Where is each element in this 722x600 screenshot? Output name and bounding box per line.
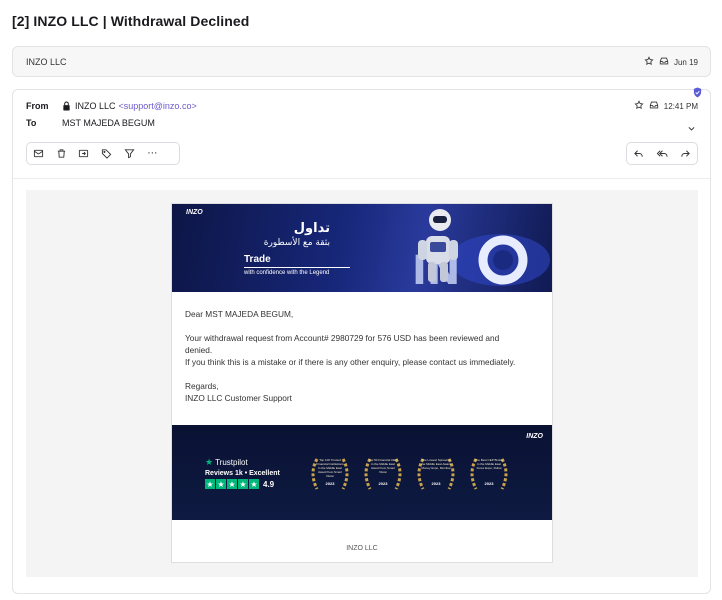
award-year: 2023: [378, 481, 388, 486]
trustpilot-star-icon: ★: [205, 457, 214, 467]
collapsed-sender: INZO LLC: [26, 57, 67, 67]
banner-tagline: with confidence with the Legend: [244, 270, 330, 276]
message-time: 12:41 PM: [663, 101, 698, 111]
reply-toolbar: [626, 142, 698, 165]
label-button[interactable]: [95, 143, 118, 164]
banner-trade: Trade: [244, 254, 271, 265]
award-text: The Best CEP Broker in the Middle East F…: [474, 458, 504, 470]
award-text: The Lowest Spread in the Middle East Awa…: [421, 458, 451, 470]
message-card: From INZO LLC <support@inzo.co> To MST M…: [12, 87, 711, 594]
more-button[interactable]: ⋯: [141, 143, 164, 164]
inzo-logo: INZO: [526, 433, 543, 440]
email-subject: [2] INZO LLC | Withdrawal Declined: [12, 13, 250, 29]
collapsed-date: Jun 19: [673, 57, 698, 67]
banner-underline: [244, 267, 350, 268]
inzo-logo: INZO: [186, 209, 203, 216]
star-icon: ★: [216, 479, 226, 489]
award-badge: The Best CEP Broker in the Middle East F…: [464, 453, 514, 495]
award-year: 2023: [325, 481, 335, 486]
star-icon: ★: [238, 479, 248, 489]
inbox-icon: [659, 56, 669, 68]
trustpilot-score: 4.9: [263, 479, 275, 489]
regards: Regards,: [185, 381, 219, 391]
trustpilot-reviews: Reviews 1k • Excellent: [205, 470, 280, 477]
tag-icon: [102, 149, 112, 159]
chevron-down-icon[interactable]: [687, 120, 696, 138]
forward-button[interactable]: [674, 143, 697, 164]
inbox-icon: [649, 100, 659, 112]
star-icon[interactable]: [644, 56, 654, 68]
trash-icon: [57, 149, 65, 158]
body-line-1: Your withdrawal request from Account# 29…: [185, 333, 500, 343]
reply-button[interactable]: [627, 143, 650, 164]
from-name[interactable]: INZO LLC: [75, 101, 116, 111]
star-icon: ★: [249, 479, 259, 489]
star-icon[interactable]: [634, 100, 644, 112]
from-email[interactable]: <support@inzo.co>: [119, 101, 197, 111]
filter-icon: [124, 149, 135, 159]
banner-arabic-title: تداول: [293, 221, 330, 236]
email-content: INZO تداول بثقة مع الأسطورة Trade with c…: [171, 203, 553, 563]
awards-banner[interactable]: INZO ★ Trustpilot Reviews 1k • Excellent…: [172, 425, 552, 520]
from-row: From INZO LLC <support@inzo.co>: [26, 101, 197, 111]
award-badge: Top 50 Financial CEO in the Middle East …: [358, 453, 408, 495]
body-line-2: denied.: [185, 345, 213, 355]
filter-button[interactable]: [118, 143, 141, 164]
reply-icon: [634, 150, 643, 157]
robot-illustration: IN: [412, 209, 550, 292]
award-badge: The Lowest Spread in the Middle East Awa…: [411, 453, 461, 495]
award-text: Top 100 Trusted Financial Institutions i…: [316, 458, 344, 478]
body-line-3: If you think this is a mistake or if the…: [185, 357, 516, 367]
award-year: 2023: [431, 481, 441, 486]
star-icon: ★: [205, 479, 215, 489]
envelope-icon: [33, 149, 43, 158]
award-text: Top 50 Financial CEO in the Middle East …: [368, 458, 398, 474]
forward-icon: [681, 150, 690, 157]
email-footer: INZO LLC: [346, 545, 378, 552]
message-actions-toolbar: ⋯: [26, 142, 180, 165]
more-icon: ⋯: [147, 148, 158, 159]
message-text: Dear MST MAJEDA BEGUM, Your withdrawal r…: [185, 308, 545, 404]
award-year: 2023: [484, 481, 494, 486]
move-button[interactable]: [73, 143, 96, 164]
reply-all-button[interactable]: [650, 143, 673, 164]
to-name[interactable]: MST MAJEDA BEGUM: [62, 118, 155, 128]
to-row: To MST MAJEDA BEGUM: [26, 118, 155, 128]
from-label: From: [26, 101, 49, 111]
trustpilot-stars: ★ ★ ★ ★ ★ 4.9: [205, 479, 280, 489]
header-divider: [13, 178, 710, 179]
signature: INZO LLC Customer Support: [185, 393, 292, 403]
to-label: To: [26, 118, 37, 128]
star-icon: ★: [227, 479, 237, 489]
move-icon: [79, 149, 89, 158]
banner-arabic-subtitle: بثقة مع الأسطورة: [263, 238, 330, 248]
promo-banner[interactable]: INZO تداول بثقة مع الأسطورة Trade with c…: [172, 204, 552, 292]
award-badge: Top 100 Trusted Financial Institutions i…: [305, 453, 355, 495]
delete-button[interactable]: [50, 143, 73, 164]
mark-unread-button[interactable]: [27, 143, 50, 164]
trustpilot-rating: ★ Trustpilot Reviews 1k • Excellent ★ ★ …: [205, 457, 280, 489]
lock-icon: [62, 101, 71, 111]
reply-all-icon: [656, 150, 668, 157]
collapsed-message[interactable]: INZO LLC Jun 19: [12, 46, 711, 77]
greeting: Dear MST MAJEDA BEGUM,: [185, 309, 294, 319]
trustpilot-name: Trustpilot: [215, 458, 248, 467]
